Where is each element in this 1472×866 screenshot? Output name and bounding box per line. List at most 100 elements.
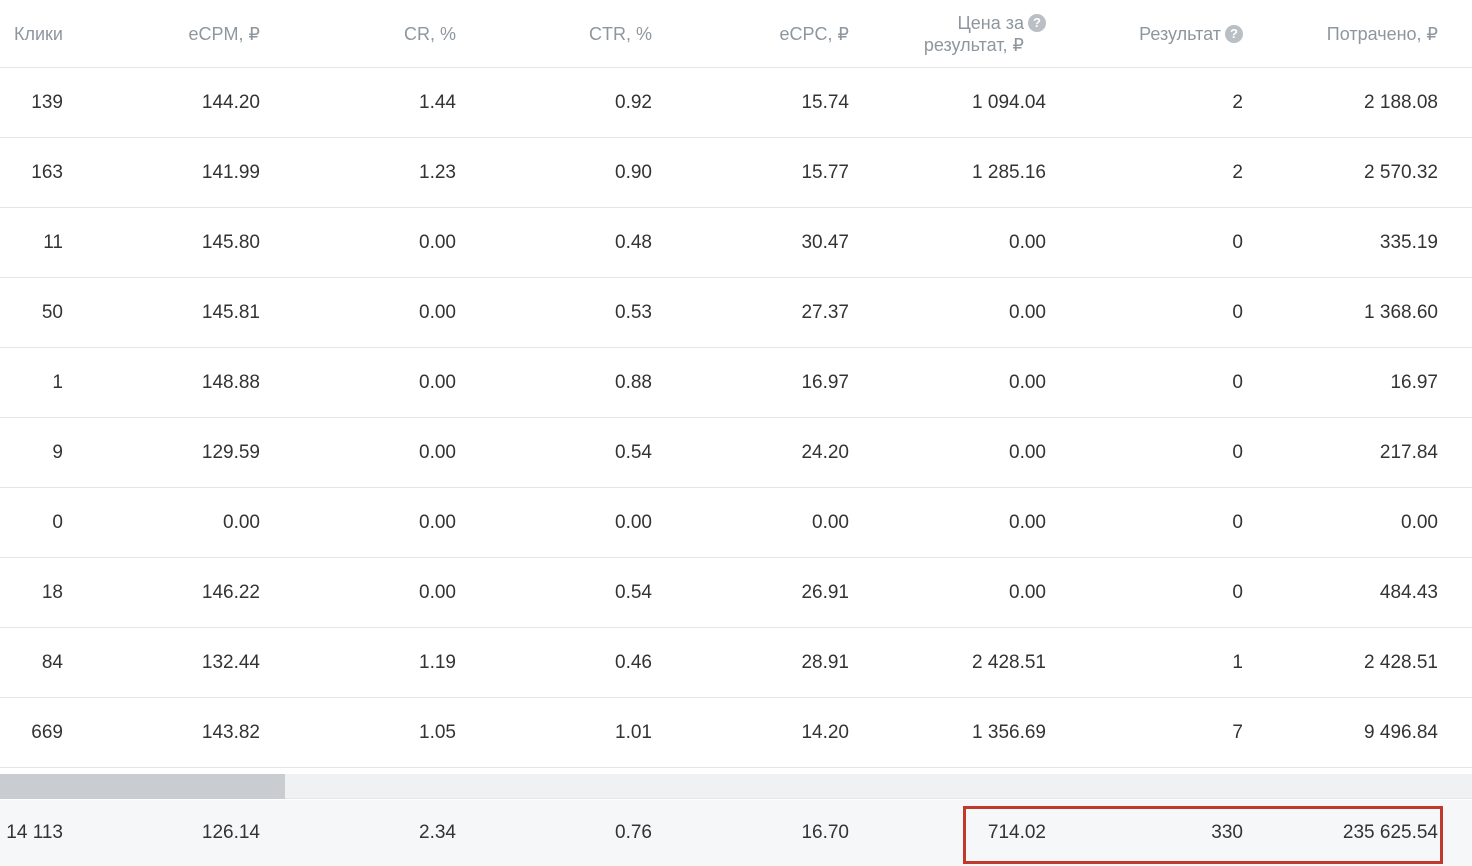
- table-row[interactable]: 9 129.59 0.00 0.54 24.20 0.00 0 217.84: [0, 418, 1472, 488]
- cell-ecpc: 16.97: [801, 371, 849, 393]
- column-header-line: результат, ₽: [924, 34, 1024, 56]
- cell-clicks: 18: [41, 581, 63, 603]
- cell-clicks: 9: [52, 441, 63, 463]
- cell-price: 1 356.69: [972, 721, 1046, 743]
- cell-ecpm: 143.82: [201, 721, 260, 743]
- totals-ecpc: 16.70: [801, 822, 849, 843]
- cell-result: 1: [1232, 651, 1243, 673]
- cell-ctr: 0.00: [615, 511, 652, 533]
- column-header-ecpm[interactable]: eCPM, ₽: [100, 0, 260, 68]
- cell-price: 1 094.04: [972, 91, 1046, 113]
- column-header-label: eCPC, ₽: [779, 24, 849, 44]
- cell-ctr: 0.54: [615, 441, 652, 463]
- cell-cr: 1.05: [419, 721, 456, 743]
- cell-cr: 1.19: [419, 651, 456, 673]
- cell-ctr: 0.92: [615, 91, 652, 113]
- cell-spent: 2 570.32: [1364, 161, 1438, 183]
- table-row[interactable]: 50 145.81 0.00 0.53 27.37 0.00 0 1 368.60: [0, 278, 1472, 348]
- column-header-price-per-result[interactable]: Цена за ? результат, ₽: [880, 0, 1046, 68]
- table-row[interactable]: 0 0.00 0.00 0.00 0.00 0.00 0 0.00: [0, 488, 1472, 558]
- cell-price: 1 285.16: [972, 161, 1046, 183]
- horizontal-scrollbar[interactable]: [0, 774, 1472, 799]
- cell-ctr: 0.90: [615, 161, 652, 183]
- cell-ctr: 0.46: [615, 651, 652, 673]
- scrollbar-thumb[interactable]: [0, 774, 285, 799]
- table-row[interactable]: 11 145.80 0.00 0.48 30.47 0.00 0 335.19: [0, 208, 1472, 278]
- cell-ecpm: 129.59: [201, 441, 260, 463]
- cell-clicks: 669: [31, 721, 63, 743]
- cell-result: 2: [1232, 91, 1243, 113]
- table-row[interactable]: 18 146.22 0.00 0.54 26.91 0.00 0 484.43: [0, 558, 1472, 628]
- table-row[interactable]: 163 141.99 1.23 0.90 15.77 1 285.16 2 2 570.32: [0, 138, 1472, 208]
- cell-clicks: 11: [43, 231, 63, 253]
- table-row[interactable]: 1 148.88 0.00 0.88 16.97 0.00 0 16.97: [0, 348, 1472, 418]
- cell-cr: 0.00: [419, 371, 456, 393]
- cell-result: 0: [1232, 231, 1243, 253]
- cell-ctr: 0.88: [615, 371, 652, 393]
- column-header-cr[interactable]: CR, %: [300, 0, 456, 68]
- cell-result: 7: [1232, 721, 1243, 743]
- totals-cr: 2.34: [419, 822, 456, 843]
- totals-ctr: 0.76: [615, 822, 652, 843]
- cell-ecpm: 144.20: [201, 91, 260, 113]
- help-icon[interactable]: ?: [1225, 25, 1243, 43]
- cell-ctr: 1.01: [615, 721, 652, 743]
- cell-ecpc: 30.47: [801, 231, 849, 253]
- cell-result: 0: [1232, 371, 1243, 393]
- totals-result: 330: [1211, 822, 1243, 843]
- column-header-result[interactable]: Результат ?: [1080, 0, 1243, 68]
- cell-ecpm: 141.99: [201, 161, 260, 183]
- cell-price: 0.00: [1009, 441, 1046, 463]
- cell-ecpc: 0.00: [812, 511, 849, 533]
- help-icon[interactable]: ?: [1028, 14, 1046, 32]
- table-row[interactable]: 669 143.82 1.05 1.01 14.20 1 356.69 7 9 496.84: [0, 698, 1472, 768]
- cell-price: 0.00: [1009, 581, 1046, 603]
- cell-spent: 9 496.84: [1364, 721, 1438, 743]
- column-header-ctr[interactable]: CTR, %: [500, 0, 652, 68]
- column-header-spent[interactable]: Потрачено, ₽: [1280, 0, 1438, 68]
- cell-cr: 0.00: [419, 581, 456, 603]
- cell-ecpm: 148.88: [201, 371, 260, 393]
- column-header-label: Результат: [1139, 24, 1221, 44]
- cell-spent: 1 368.60: [1364, 301, 1438, 323]
- cell-result: 0: [1232, 581, 1243, 603]
- cell-result: 0: [1232, 511, 1243, 533]
- cell-clicks: 50: [41, 301, 63, 323]
- cell-cr: 0.00: [419, 441, 456, 463]
- cell-ctr: 0.53: [615, 301, 652, 323]
- totals-clicks: 14 113: [6, 822, 63, 843]
- cell-ecpm: 145.80: [201, 231, 260, 253]
- cell-cr: 0.00: [419, 231, 456, 253]
- cell-price: 0.00: [1009, 301, 1046, 323]
- column-header-label: результат, ₽: [923, 35, 1024, 55]
- cell-spent: 16.97: [1390, 371, 1438, 393]
- table-header: Клики eCPM, ₽ CR, % CTR, % eCPC, ₽ Цена …: [0, 0, 1472, 68]
- cell-price: 2 428.51: [972, 651, 1046, 673]
- cell-ecpc: 15.77: [801, 161, 849, 183]
- cell-ctr: 0.48: [615, 231, 652, 253]
- cell-clicks: 1: [52, 371, 63, 393]
- cell-clicks: 139: [31, 91, 63, 113]
- cell-ecpm: 132.44: [201, 651, 260, 673]
- cell-spent: 217.84: [1379, 441, 1438, 463]
- column-header-label: Клики: [14, 24, 63, 44]
- table-row[interactable]: 139 144.20 1.44 0.92 15.74 1 094.04 2 2 188.08: [0, 68, 1472, 138]
- totals-price-per-result: 714.02: [987, 822, 1046, 843]
- column-header-ecpc[interactable]: eCPC, ₽: [700, 0, 849, 68]
- totals-ecpm: 126.14: [201, 822, 260, 843]
- cell-spent: 335.19: [1379, 231, 1438, 253]
- cell-ecpm: 0.00: [223, 511, 260, 533]
- cell-cr: 0.00: [419, 301, 456, 323]
- cell-ecpc: 14.20: [801, 721, 849, 743]
- cell-result: 2: [1232, 161, 1243, 183]
- table-row[interactable]: 84 132.44 1.19 0.46 28.91 2 428.51 1 2 428.51: [0, 628, 1472, 698]
- cell-spent: 0.00: [1401, 511, 1438, 533]
- column-header-label: CR, %: [403, 24, 456, 44]
- column-header-clicks[interactable]: Клики: [0, 0, 63, 68]
- cell-clicks: 84: [41, 651, 63, 673]
- cell-ecpm: 146.22: [201, 581, 260, 603]
- totals-spent: 235 625.54: [1342, 822, 1438, 843]
- totals-row: 14 113 126.14 2.34 0.76 16.70 714.02 330…: [0, 800, 1472, 866]
- stats-table: Клики eCPM, ₽ CR, % CTR, % eCPC, ₽ Цена …: [0, 0, 1472, 866]
- cell-spent: 2 188.08: [1364, 91, 1438, 113]
